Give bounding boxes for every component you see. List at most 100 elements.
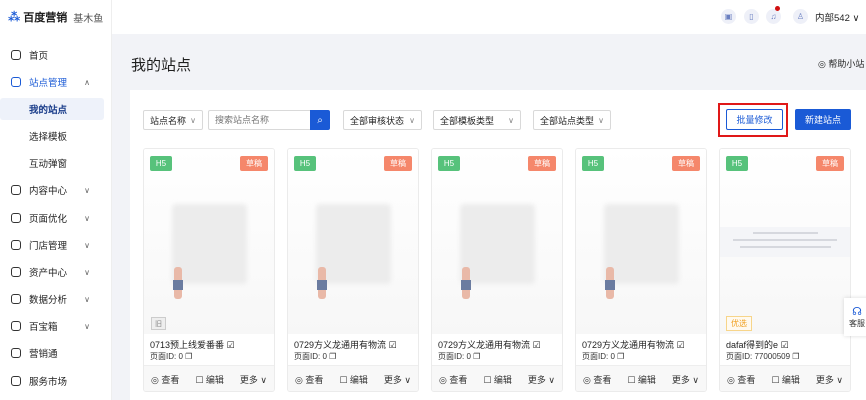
copy-icon[interactable]: ❐: [329, 352, 336, 361]
card-preview[interactable]: H5 草稿: [576, 149, 706, 334]
more-button[interactable]: 更多 ∨: [816, 373, 843, 386]
search-input[interactable]: [208, 110, 311, 130]
eye-icon: ◎: [151, 374, 159, 385]
view-button[interactable]: ◎ 查看: [439, 373, 467, 386]
site-type-select[interactable]: 全部站点类型 ∨: [533, 110, 611, 130]
site-card[interactable]: H5 草稿 0729方义龙通用有物流 ☑ 页面ID: 0 ❐ ◎ 查看 ☐ 编辑…: [575, 148, 707, 392]
bell-icon[interactable]: ♫: [766, 9, 781, 24]
edit-button[interactable]: ☐ 编辑: [339, 373, 368, 386]
sidebar-item-assets[interactable]: 资产中心 ∨: [0, 261, 104, 283]
copy-icon[interactable]: ❐: [473, 352, 480, 361]
notification-dot: [775, 6, 780, 11]
card-preview[interactable]: H5 草稿: [288, 149, 418, 334]
customer-service-button[interactable]: ☊ 客服: [844, 298, 866, 336]
card-name: 0729方义龙通用有物流 ☑: [438, 340, 541, 350]
edit-name-icon[interactable]: ☑: [386, 340, 397, 350]
sidebar-item-home[interactable]: 首页: [0, 44, 104, 66]
eye-icon: ◎: [583, 374, 591, 385]
chevron-down-icon: ∨: [84, 267, 90, 277]
search-field-select[interactable]: 站点名称 ∨: [143, 110, 203, 130]
type-tag: H5: [294, 156, 316, 171]
search-button[interactable]: ⌕: [310, 110, 330, 130]
sidebar-item-toolbox[interactable]: 百宝箱 ∨: [0, 315, 104, 337]
status-tag: 草稿: [528, 156, 556, 171]
card-actions: ◎ 查看 ☐ 编辑 更多 ∨: [576, 365, 706, 391]
type-tag: H5: [582, 156, 604, 171]
site-card[interactable]: H5 草稿 旧 0713预上线爱番番 ☑ 页面ID: 0 ❐ ◎ 查看 ☐ 编辑…: [143, 148, 275, 392]
new-site-button[interactable]: 新建站点: [795, 109, 851, 130]
view-button[interactable]: ◎ 查看: [151, 373, 179, 386]
site-card[interactable]: H5 草稿 0729方义龙通用有物流 ☑ 页面ID: 0 ❐ ◎ 查看 ☐ 编辑…: [431, 148, 563, 392]
user-icon[interactable]: ♙: [793, 9, 808, 24]
card-name: 0713预上线爱番番 ☑: [150, 340, 235, 350]
eye-icon: ◎: [295, 374, 303, 385]
edit-button[interactable]: ☐ 编辑: [627, 373, 656, 386]
help-link[interactable]: ◎ 帮助小站: [818, 57, 864, 70]
sidebar-item-select-template[interactable]: 选择模板: [0, 125, 104, 147]
market-icon: [11, 376, 21, 386]
card-badge: 旧: [151, 317, 166, 330]
edit-name-icon[interactable]: ☑: [778, 340, 789, 350]
sidebar-item-popup[interactable]: 互动弹窗: [0, 152, 104, 174]
toolbox-icon: [11, 321, 21, 331]
home-icon: [11, 50, 21, 60]
site-card[interactable]: H5 草稿 优选 dafaf得到的e ☑ 页面ID: 77000509 ❐ ◎ …: [719, 148, 851, 392]
edit-button[interactable]: ☐ 编辑: [195, 373, 224, 386]
edit-name-icon[interactable]: ☑: [224, 340, 235, 350]
search-icon: ⌕: [317, 114, 323, 126]
sidebar-item-my-sites[interactable]: 我的站点: [0, 98, 104, 120]
edit-name-icon[interactable]: ☑: [530, 340, 541, 350]
card-page-id: 页面ID: 0 ❐: [150, 352, 193, 361]
card-preview[interactable]: H5 草稿 优选: [720, 149, 850, 334]
view-button[interactable]: ◎ 查看: [583, 373, 611, 386]
edit-button[interactable]: ☐ 编辑: [771, 373, 800, 386]
more-button[interactable]: 更多 ∨: [384, 373, 411, 386]
chevron-down-icon: ∨: [692, 374, 699, 385]
more-button[interactable]: 更多 ∨: [240, 373, 267, 386]
user-menu[interactable]: 内部542 ∨: [815, 10, 859, 24]
chart-icon: [11, 294, 21, 304]
copy-icon[interactable]: ❐: [792, 352, 799, 361]
more-button[interactable]: 更多 ∨: [528, 373, 555, 386]
person-illustration: [605, 267, 615, 299]
sidebar-item-marketing[interactable]: 营销通: [0, 342, 104, 364]
sidebar-item-market[interactable]: 服务市场: [0, 370, 104, 392]
message-icon[interactable]: ▣: [721, 9, 736, 24]
sidebar-item-store[interactable]: 门店管理 ∨: [0, 234, 104, 256]
sidebar-item-analytics[interactable]: 数据分析 ∨: [0, 288, 104, 310]
chevron-down-icon: ∨: [409, 115, 415, 125]
edit-button[interactable]: ☐ 编辑: [483, 373, 512, 386]
template-type-select[interactable]: 全部模板类型 ∨: [433, 110, 521, 130]
audit-status-select[interactable]: 全部审核状态 ∨: [343, 110, 422, 130]
chevron-down-icon: ∨: [598, 115, 604, 125]
edit-icon: ☐: [195, 374, 204, 385]
card-page-id: 页面ID: 0 ❐: [582, 352, 625, 361]
site-card[interactable]: H5 草稿 0729方义龙通用有物流 ☑ 页面ID: 0 ❐ ◎ 查看 ☐ 编辑…: [287, 148, 419, 392]
preview-illustration: [316, 204, 391, 284]
clipboard-icon[interactable]: ▯: [744, 9, 759, 24]
chevron-up-icon: ∧: [84, 77, 90, 87]
logo-icon: ⁂: [8, 10, 21, 24]
more-button[interactable]: 更多 ∨: [672, 373, 699, 386]
status-tag: 草稿: [384, 156, 412, 171]
view-button[interactable]: ◎ 查看: [727, 373, 755, 386]
view-button[interactable]: ◎ 查看: [295, 373, 323, 386]
batch-edit-button[interactable]: 批量修改: [726, 109, 783, 130]
edit-name-icon[interactable]: ☑: [674, 340, 685, 350]
copy-icon[interactable]: ❐: [185, 352, 192, 361]
copy-icon[interactable]: ❐: [617, 352, 624, 361]
sidebar-item-site-management[interactable]: 站点管理 ∧: [0, 71, 104, 93]
preview-text-band: [720, 227, 850, 257]
card-name: dafaf得到的e ☑: [726, 340, 789, 350]
card-preview[interactable]: H5 草稿 旧: [144, 149, 274, 334]
logo[interactable]: ⁂ 百度营销 基木鱼: [8, 9, 103, 25]
sidebar-item-optimize[interactable]: 页面优化 ∨: [0, 207, 104, 229]
sidebar-item-content[interactable]: 内容中心 ∨: [0, 179, 104, 201]
status-tag: 草稿: [240, 156, 268, 171]
link-icon: [11, 348, 21, 358]
card-page-id: 页面ID: 0 ❐: [294, 352, 337, 361]
edit-icon: ☐: [483, 374, 492, 385]
card-preview[interactable]: H5 草稿: [432, 149, 562, 334]
type-tag: H5: [150, 156, 172, 171]
chevron-down-icon: ∨: [84, 213, 90, 223]
